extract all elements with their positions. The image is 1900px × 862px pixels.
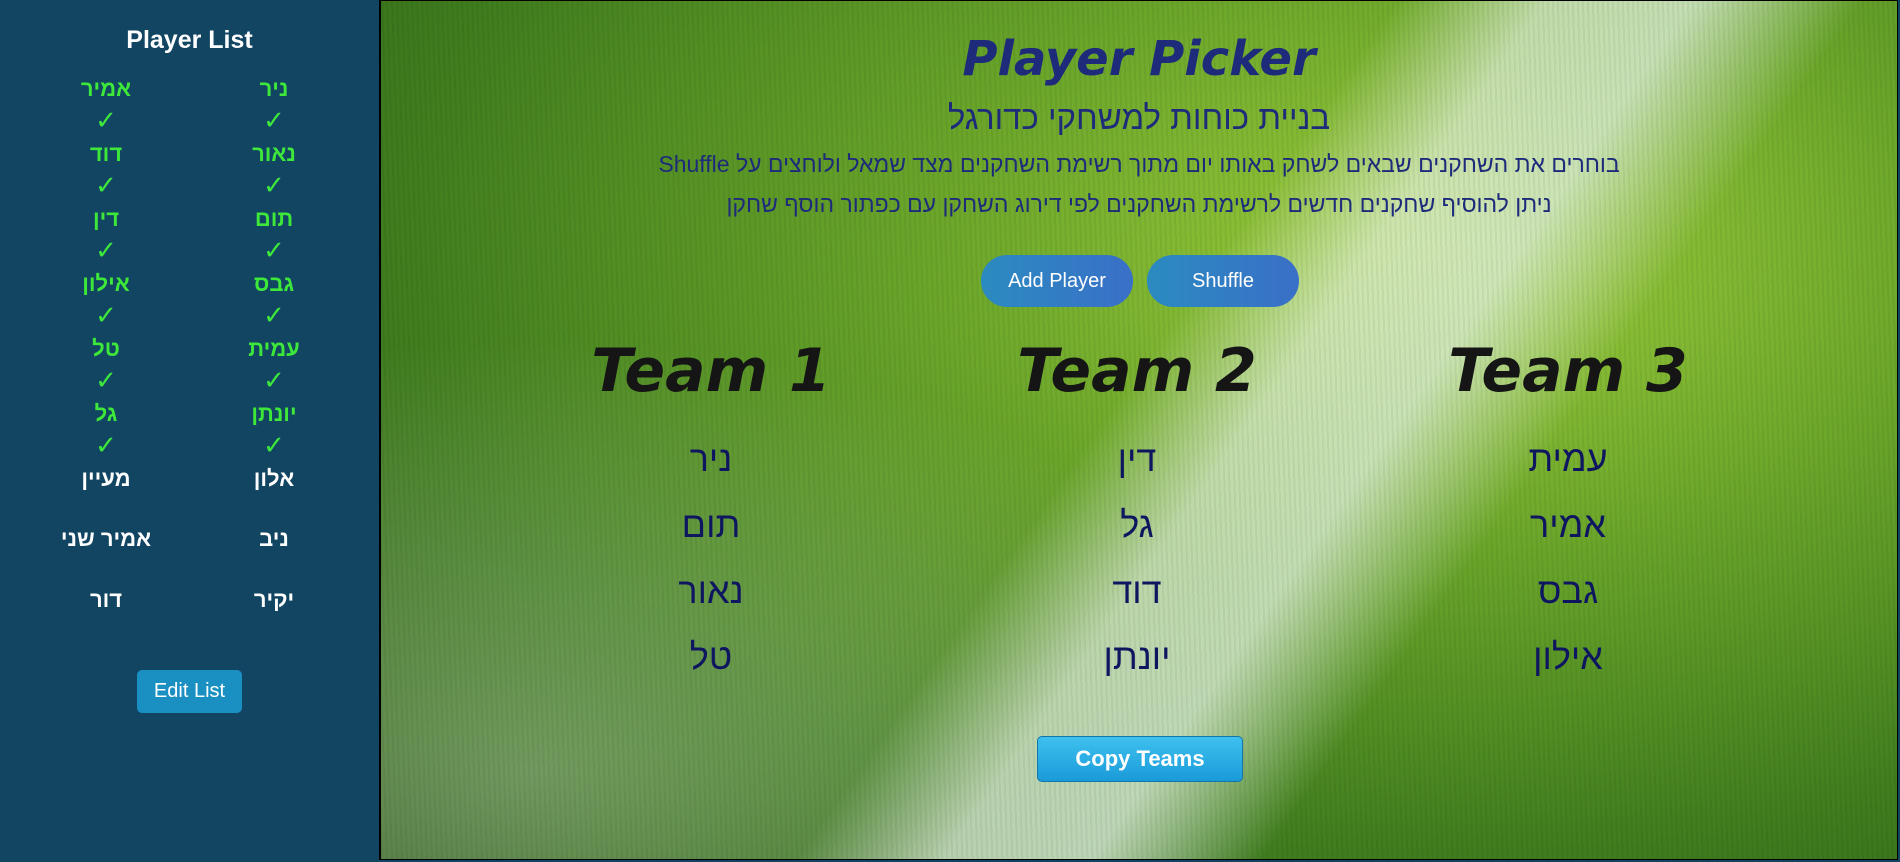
page-title: Player Picker [962,31,1316,87]
copy-teams-button[interactable]: Copy Teams [1037,736,1243,782]
player-item[interactable]: יקיר [214,585,334,615]
player-name: דור [89,587,123,612]
player-name: אילון [82,271,130,296]
player-name: גבס [254,271,294,296]
player-item[interactable]: אמיר שני [46,524,166,554]
instructions-line-2: ניתן להוסיף שחקנים חדשים לרשימת השחקנים … [726,191,1552,217]
player-name: עמית [248,336,300,361]
edit-list-button[interactable]: Edit List [137,670,242,713]
sidebar: Player List ניר ✓ אמיר ✓ נאור ✓ דוד ✓ תו… [0,0,379,862]
team-player: אמיר [1530,504,1606,545]
team-player: גבס [1537,570,1599,611]
player-item[interactable]: מעיין [46,464,166,494]
checkmark-icon: ✓ [263,365,285,395]
team-player: גל [1120,504,1154,545]
player-item[interactable]: אמיר ✓ [46,74,166,136]
player-item[interactable]: נאור ✓ [214,139,334,201]
team-player: עמית [1528,438,1608,479]
checkmark-icon: ✓ [263,430,285,460]
checkmark-icon: ✓ [95,105,117,135]
player-name: ניב [259,526,289,551]
player-item[interactable]: גבס ✓ [214,269,334,331]
player-name: אלון [253,466,295,491]
checkmark-icon: ✓ [95,300,117,330]
player-item[interactable]: תום ✓ [214,204,334,266]
team-player: אילון [1533,636,1603,677]
player-name: יונתן [251,401,297,426]
instructions-line-1: בוחרים את השחקנים שבאים לשחק באותו יום מ… [658,151,1620,177]
add-player-button[interactable]: Add Player [981,255,1133,307]
player-item[interactable]: דין ✓ [46,204,166,266]
shuffle-button[interactable]: Shuffle [1147,255,1299,307]
team-player: יונתן [1103,636,1171,677]
checkmark-icon: ✓ [263,105,285,135]
player-name: דוד [89,141,123,166]
team-heading: Team 1 [591,336,831,406]
player-name: אמיר [80,76,132,101]
team-player: טל [689,636,733,677]
player-item[interactable]: יונתן ✓ [214,399,334,461]
player-item[interactable]: גל ✓ [46,399,166,461]
checkmark-icon: ✓ [95,235,117,265]
team-player: ניר [689,438,733,479]
player-name: ניר [259,76,289,101]
player-name: תום [254,206,294,231]
team-player: נאור [678,570,744,611]
team-player: תום [681,504,741,545]
player-item[interactable]: דור [46,585,166,615]
player-name: דין [92,206,120,231]
main-panel: Player Picker בניית כוחות למשחקי כדורגל … [379,0,1898,860]
checkmark-icon: ✓ [95,365,117,395]
team-heading: Team 2 [1017,336,1257,406]
player-item[interactable]: טל ✓ [46,334,166,396]
player-item[interactable]: ניר ✓ [214,74,334,136]
player-item[interactable]: אלון [214,464,334,494]
checkmark-icon: ✓ [95,430,117,460]
page-subtitle: בניית כוחות למשחקי כדורגל [947,99,1331,136]
player-name: טל [92,336,120,361]
checkmark-icon: ✓ [263,170,285,200]
team-2-column: Team 2 דין גל דוד יונתן [987,336,1287,690]
player-item[interactable]: אילון ✓ [46,269,166,331]
checkmark-icon: ✓ [263,300,285,330]
team-heading: Team 3 [1448,336,1688,406]
player-list: ניר ✓ אמיר ✓ נאור ✓ דוד ✓ תום ✓ דין ✓ גב… [0,74,379,634]
player-name: נאור [252,141,296,166]
team-player: דוד [1112,570,1162,611]
player-name: יקיר [253,587,295,612]
player-item[interactable]: עמית ✓ [214,334,334,396]
team-player: דין [1117,438,1157,479]
player-name: מעיין [81,466,131,491]
player-name: אמיר שני [60,526,152,551]
player-name: גל [94,401,118,426]
checkmark-icon: ✓ [95,170,117,200]
checkmark-icon: ✓ [263,235,285,265]
player-item[interactable]: דוד ✓ [46,139,166,201]
sidebar-title: Player List [126,26,253,54]
team-3-column: Team 3 עמית אמיר גבס אילון [1418,336,1718,690]
player-item[interactable]: ניב [214,524,334,554]
team-1-column: Team 1 ניר תום נאור טל [561,336,861,690]
